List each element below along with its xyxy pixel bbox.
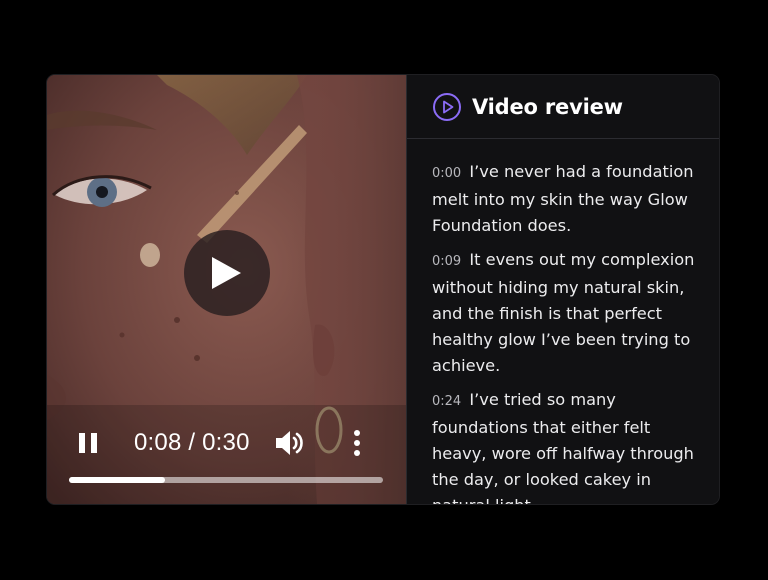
transcript-entry[interactable]: 0:00 I’ve never had a foundation melt in… (432, 159, 704, 239)
transcript-list: 0:00 I’ve never had a foundation melt in… (407, 139, 719, 504)
play-icon (212, 257, 241, 289)
more-vertical-icon[interactable] (347, 425, 367, 461)
timestamp[interactable]: 0:00 (432, 166, 461, 181)
video-player[interactable]: 0:08 / 0:30 (47, 75, 406, 504)
video-review-card: 0:08 / 0:30 Video review 0:00 I’ve never… (47, 75, 719, 504)
panel-title: Video review (472, 94, 623, 119)
volume-icon[interactable] (273, 425, 307, 461)
play-button[interactable] (184, 230, 270, 316)
timestamp[interactable]: 0:09 (432, 254, 461, 269)
transcript-text: I’ve tried so many foundations that eith… (432, 390, 694, 504)
pause-icon[interactable] (73, 425, 103, 461)
time-display: 0:08 / 0:30 (134, 429, 250, 456)
transcript-text: I’ve never had a foundation melt into my… (432, 162, 694, 235)
transcript-text: It evens out my complexion without hidin… (432, 250, 695, 375)
progress-bar[interactable] (69, 477, 383, 483)
transcript-entry[interactable]: 0:09 It evens out my complexion without … (432, 247, 704, 379)
transcript-panel: Video review 0:00 I’ve never had a found… (406, 75, 719, 504)
player-controls: 0:08 / 0:30 (69, 425, 385, 461)
progress-fill (69, 477, 165, 483)
panel-header: Video review (407, 75, 719, 139)
play-circle-icon (432, 92, 462, 122)
timestamp[interactable]: 0:24 (432, 394, 461, 409)
transcript-entry[interactable]: 0:24 I’ve tried so many foundations that… (432, 387, 704, 504)
